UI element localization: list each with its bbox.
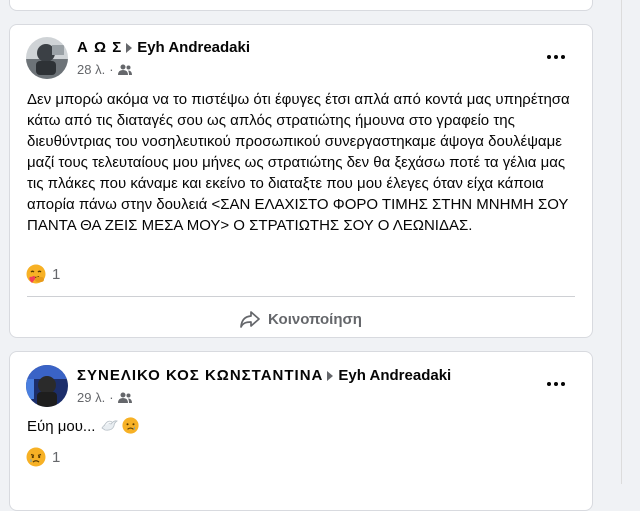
dove-icon	[101, 420, 118, 431]
care-reaction-icon	[26, 264, 46, 284]
author-line: Α Ω Σ Eyh Andreadaki	[77, 39, 250, 56]
more-options-button[interactable]	[542, 47, 570, 67]
post-card: Α Ω Σ Eyh Andreadaki 28 λ. · Δεν μπορώ α…	[9, 24, 593, 338]
post-meta: 28 λ. ·	[77, 62, 132, 77]
author-name[interactable]: Α Ω Σ	[77, 39, 122, 56]
post-text-line: Εύη μου...	[27, 416, 582, 437]
share-label: Κοινοποίηση	[268, 310, 362, 328]
dot-icon	[547, 382, 551, 386]
post-card: ΣΥΝΕΛΙΚΟ ΚΟΣ ΚΩΝΣΤΑΝΤΙΝΑ Eyh Andreadaki …	[9, 351, 593, 511]
meta-separator: ·	[109, 62, 114, 77]
post-timestamp[interactable]: 29 λ.	[77, 390, 105, 405]
scrollbar-track[interactable]	[604, 0, 640, 484]
divider	[27, 296, 575, 297]
more-options-button[interactable]	[542, 374, 570, 394]
post-text: Δεν μπορώ ακόμα να το πιστέψω ότι έφυγες…	[27, 91, 570, 234]
arrow-right-icon	[327, 370, 334, 381]
dot-icon	[554, 55, 558, 59]
dot-icon	[554, 382, 558, 386]
post-text: Εύη μου...	[27, 418, 96, 435]
author-name[interactable]: ΣΥΝΕΛΙΚΟ ΚΟΣ ΚΩΝΣΤΑΝΤΙΝΑ	[77, 367, 323, 384]
reaction-count: 1	[52, 265, 61, 283]
meta-separator: ·	[109, 390, 114, 405]
share-button[interactable]: Κοινοποίηση	[27, 302, 575, 336]
dot-icon	[547, 55, 551, 59]
post-meta: 29 λ. ·	[77, 390, 132, 405]
dot-icon	[561, 55, 565, 59]
target-profile-name[interactable]: Eyh Andreadaki	[338, 367, 451, 384]
reaction-count: 1	[52, 448, 61, 466]
target-profile-name[interactable]: Eyh Andreadaki	[137, 39, 250, 56]
author-avatar[interactable]	[26, 365, 68, 407]
sad-face-icon	[122, 417, 139, 434]
reaction-summary[interactable]: 1	[26, 264, 60, 284]
sad-reaction-icon	[26, 447, 46, 467]
reaction-summary[interactable]: 1	[26, 447, 60, 467]
scrollbar-divider	[621, 0, 622, 484]
post-timestamp[interactable]: 28 λ.	[77, 62, 105, 77]
share-icon	[240, 311, 260, 328]
previous-post-card	[9, 0, 593, 11]
arrow-right-icon	[126, 42, 133, 53]
friends-icon	[117, 64, 132, 75]
friends-icon	[117, 392, 132, 403]
author-line: ΣΥΝΕΛΙΚΟ ΚΟΣ ΚΩΝΣΤΑΝΤΙΝΑ Eyh Andreadaki	[77, 367, 451, 384]
author-avatar[interactable]	[26, 37, 68, 79]
dot-icon	[561, 382, 565, 386]
